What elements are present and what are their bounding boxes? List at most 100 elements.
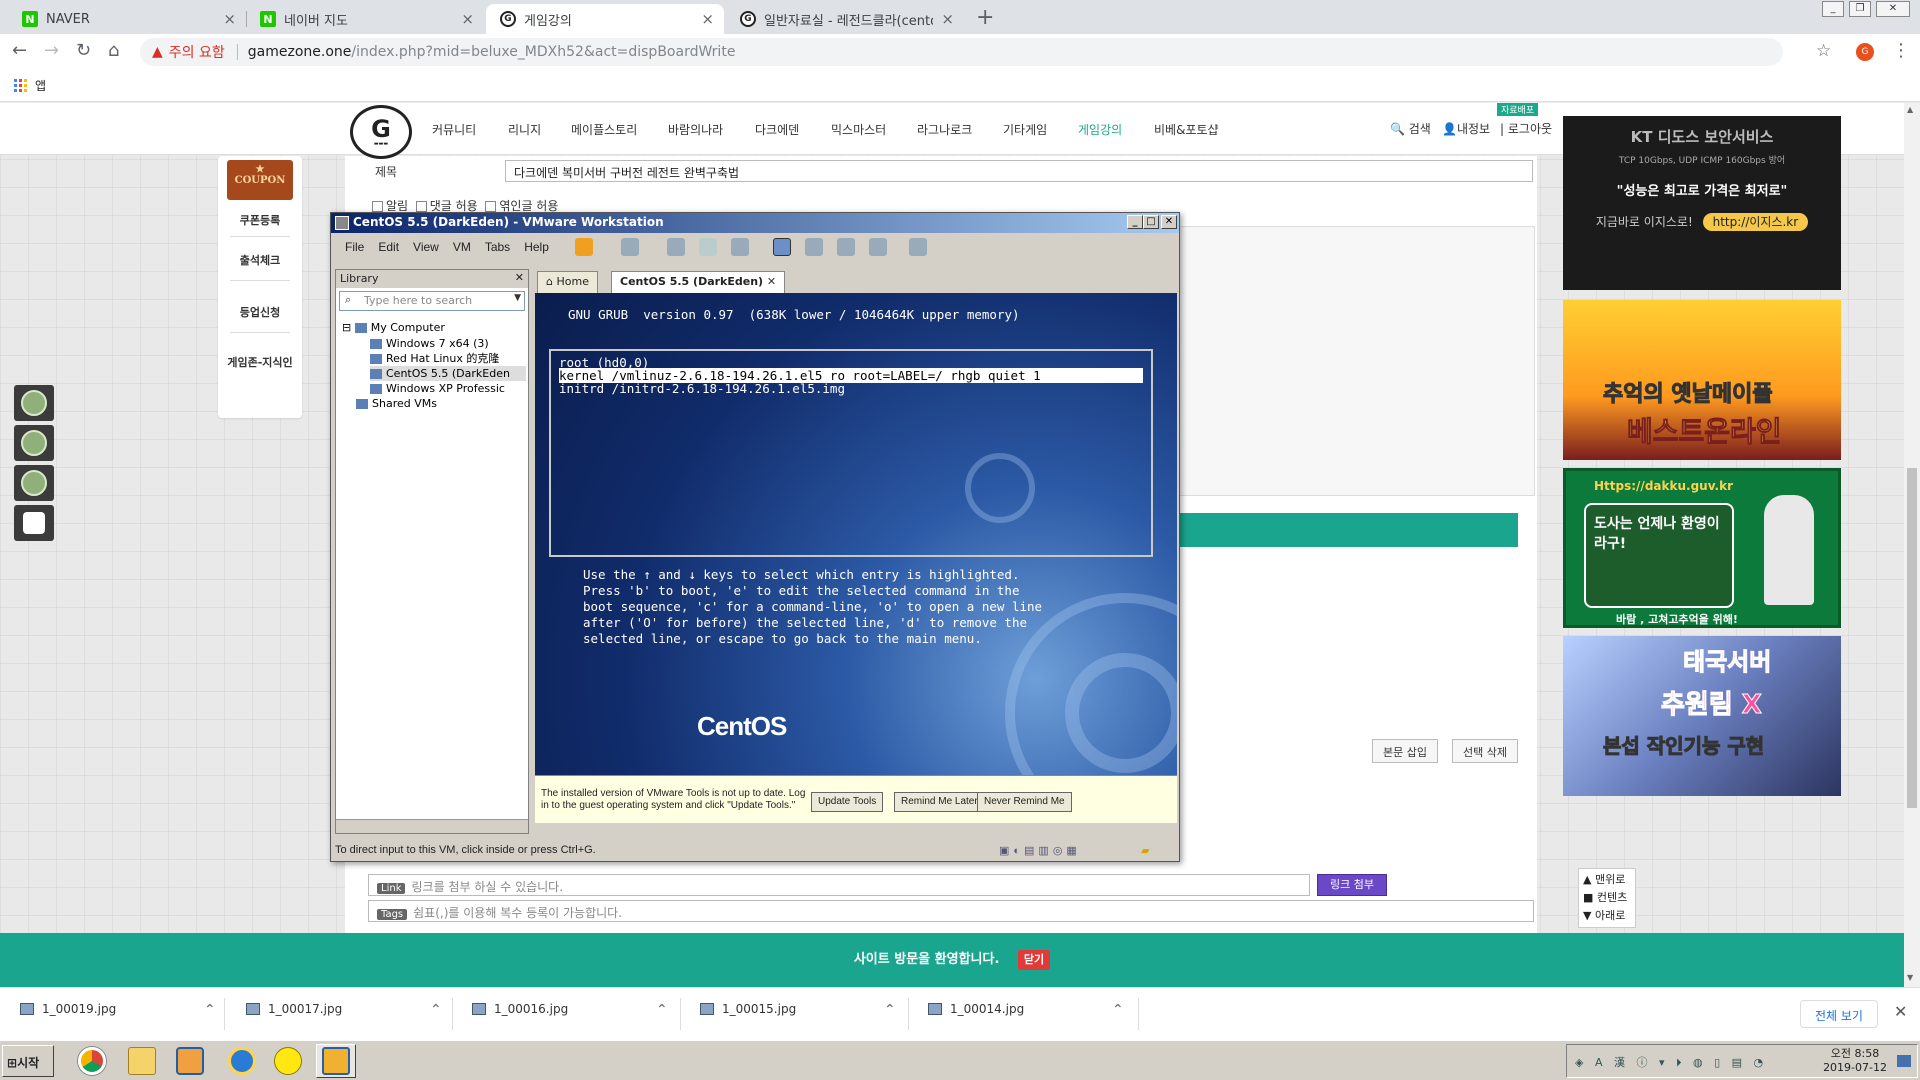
close-icon[interactable]: × bbox=[223, 10, 236, 28]
restore-button[interactable]: ❐ bbox=[1849, 1, 1871, 17]
forward-icon[interactable]: → bbox=[44, 40, 59, 61]
library-search-input[interactable]: ⌕ Type here to search ▼ bbox=[339, 291, 525, 311]
wrench-icon[interactable] bbox=[14, 425, 54, 461]
vm-close-button[interactable]: ✕ bbox=[1161, 215, 1177, 229]
coupon-button[interactable]: ★ COUPON bbox=[227, 160, 293, 200]
chevron-up-icon[interactable]: ⌃ bbox=[1112, 1002, 1124, 1018]
apps-bookmark[interactable]: 앱 bbox=[35, 77, 46, 94]
fullscreen-icon[interactable] bbox=[836, 238, 855, 256]
show-desktop-icon[interactable] bbox=[1897, 1055, 1911, 1067]
tab-game-lecture[interactable]: G 게임강의 × bbox=[486, 4, 724, 34]
internet-explorer-icon[interactable] bbox=[222, 1044, 262, 1078]
left-menu-coupon-register[interactable]: 쿠폰등록 bbox=[218, 212, 302, 228]
close-icon[interactable]: ✕ bbox=[515, 271, 524, 284]
library-view-icon[interactable] bbox=[772, 238, 791, 256]
tree-vm-win7[interactable]: Windows 7 x64 (3) bbox=[370, 336, 489, 351]
tree-vm-centos[interactable]: CentOS 5.5 (DarkEden bbox=[370, 366, 526, 381]
download-item[interactable]: 1_00019.jpg ⌃ bbox=[20, 1002, 216, 1018]
quicknav-top[interactable]: ▲ 맨위로 bbox=[1583, 871, 1631, 889]
insert-body-button[interactable]: 본문 삽입 bbox=[1372, 739, 1438, 763]
vmware-titlebar[interactable]: CentOS 5.5 (DarkEden) - VMware Workstati… bbox=[331, 213, 1179, 233]
minimize-button[interactable]: _ bbox=[1822, 1, 1844, 17]
grub-line-initrd[interactable]: initrd /initrd-2.6.18-194.26.1.el5.img bbox=[559, 381, 1143, 396]
tab-naver[interactable]: N NAVER × bbox=[8, 4, 246, 34]
bookmark-star-icon[interactable]: ☆ bbox=[1816, 41, 1831, 61]
never-remind-button[interactable]: Never Remind Me bbox=[977, 792, 1072, 812]
message-log-icon[interactable]: ▰ bbox=[1141, 844, 1149, 857]
tree-vm-redhat[interactable]: Red Hat Linux 的克隆 bbox=[370, 351, 499, 366]
attach-link-button[interactable]: 링크 첨부 bbox=[1317, 874, 1387, 896]
trackback-checkbox[interactable] bbox=[485, 201, 497, 212]
tree-shared-vms[interactable]: Shared VMs bbox=[356, 396, 437, 411]
remind-later-button[interactable]: Remind Me Later bbox=[894, 792, 985, 812]
unity-icon[interactable] bbox=[868, 238, 887, 256]
chevron-up-icon[interactable]: ⌃ bbox=[656, 1002, 668, 1018]
menu-maplestory[interactable]: 메이플스토리 bbox=[571, 121, 637, 138]
ad-thai-server[interactable]: 태국서버 추원림 X 본섭 작인기능 구현 bbox=[1563, 636, 1841, 796]
menu-ragnarok[interactable]: 라그나로크 bbox=[917, 121, 972, 138]
warning-icon[interactable]: ▲ bbox=[152, 44, 163, 60]
close-icon[interactable]: × bbox=[941, 10, 954, 28]
vm-minimize-button[interactable]: _ bbox=[1127, 215, 1143, 229]
back-icon[interactable]: ← bbox=[12, 40, 27, 61]
home-icon[interactable]: ⌂ bbox=[108, 40, 119, 61]
show-all-downloads-button[interactable]: 전체 보기 bbox=[1800, 1000, 1878, 1028]
download-item[interactable]: 1_00014.jpg ⌃ bbox=[928, 1002, 1124, 1018]
close-icon[interactable]: × bbox=[461, 10, 474, 28]
console-view-icon[interactable] bbox=[908, 238, 927, 256]
chevron-up-icon[interactable]: ⌃ bbox=[430, 1002, 442, 1018]
clock[interactable]: 오전 8:58 2019-07-12 bbox=[1823, 1047, 1887, 1075]
explorer-icon[interactable] bbox=[122, 1044, 162, 1078]
left-menu-level-up[interactable]: 등업신청 bbox=[218, 304, 302, 320]
notify-checkbox[interactable] bbox=[372, 201, 383, 212]
grub-entry-box[interactable]: root (hd0,0) kernel /vmlinuz-2.6.18-194.… bbox=[549, 349, 1153, 557]
kakaotalk-icon[interactable] bbox=[268, 1044, 308, 1078]
tags-input[interactable]: Tags 쉼표(,)를 이용해 복수 등록이 가능합니다. bbox=[368, 900, 1534, 922]
site-logo[interactable]: G ▬▬▬ bbox=[350, 105, 412, 159]
download-item[interactable]: 1_00017.jpg ⌃ bbox=[246, 1002, 442, 1018]
tab-home[interactable]: ⌂ Home bbox=[537, 271, 598, 293]
close-window-button[interactable]: ✕ bbox=[1876, 1, 1910, 17]
scrollbar-thumb[interactable] bbox=[1907, 468, 1917, 808]
new-tab-button[interactable]: + bbox=[976, 5, 994, 30]
quicknav-contents[interactable]: ■ 컨텐츠 bbox=[1583, 889, 1631, 907]
menu-vb-photoshop[interactable]: 비베&포토샵 bbox=[1154, 121, 1219, 138]
snapshot-manager-icon[interactable] bbox=[730, 238, 749, 256]
library-scrollbar[interactable] bbox=[336, 819, 528, 833]
logout-link[interactable]: | 로그아웃 bbox=[1500, 120, 1552, 137]
chevron-up-icon[interactable]: ⌃ bbox=[204, 1002, 216, 1018]
tab-centos-vm[interactable]: CentOS 5.5 (DarkEden) ✕ bbox=[611, 271, 786, 293]
ad-ddos-protection[interactable]: KT 디도스 보안서비스 TCP 10Gbps, UDP ICMP 160Gbp… bbox=[1563, 116, 1841, 290]
menu-lineage[interactable]: 리니지 bbox=[508, 121, 541, 138]
revert-snapshot-icon[interactable] bbox=[698, 238, 717, 256]
menu-baram[interactable]: 바람의나라 bbox=[668, 121, 723, 138]
download-item[interactable]: 1_00016.jpg ⌃ bbox=[472, 1002, 668, 1018]
menu-mixmaster[interactable]: 믹스마스터 bbox=[831, 121, 886, 138]
tab-naver-map[interactable]: N 네이버 지도 × bbox=[246, 4, 484, 34]
menu-game-lecture[interactable]: 게임강의 bbox=[1078, 121, 1122, 138]
start-button[interactable]: ⊞시작 bbox=[2, 1045, 54, 1077]
security-warning[interactable]: 주의 요함 bbox=[169, 42, 225, 62]
chevron-up-icon[interactable]: ⌃ bbox=[884, 1002, 896, 1018]
device-status-icons[interactable]: ▣◐▤▥◎▦ bbox=[999, 844, 1081, 857]
tab-general-archive[interactable]: G 일반자료실 - 레전드클라(cento × bbox=[726, 4, 964, 34]
close-icon[interactable]: ✕ bbox=[1894, 1002, 1907, 1021]
checklist-icon[interactable] bbox=[14, 465, 54, 501]
menu-vm[interactable]: VM bbox=[453, 240, 471, 254]
tree-vm-winxp[interactable]: Windows XP Professic bbox=[370, 381, 505, 396]
menu-darkeden[interactable]: 다크에덴 bbox=[755, 121, 799, 138]
quicknav-bottom[interactable]: ▼ 아래로 bbox=[1583, 907, 1631, 925]
vmware-taskbar-icon[interactable] bbox=[316, 1044, 356, 1078]
vm-maximize-button[interactable]: □ bbox=[1143, 215, 1159, 229]
welcome-close-button[interactable]: 닫기 bbox=[1017, 950, 1051, 970]
close-icon[interactable]: × bbox=[701, 10, 714, 28]
comment-checkbox[interactable] bbox=[415, 201, 427, 212]
chrome-icon[interactable] bbox=[72, 1044, 112, 1078]
hand-icon[interactable] bbox=[14, 505, 54, 541]
menu-edit[interactable]: Edit bbox=[378, 240, 399, 254]
profile-avatar[interactable]: G bbox=[1856, 43, 1874, 61]
send-keys-icon[interactable] bbox=[620, 238, 639, 256]
menu-community[interactable]: 커뮤니티 bbox=[432, 121, 476, 138]
snapshot-icon[interactable] bbox=[666, 238, 685, 256]
ad-maple-best-online[interactable]: 추억의 옛날메이플 베스트온라인 bbox=[1563, 300, 1841, 460]
